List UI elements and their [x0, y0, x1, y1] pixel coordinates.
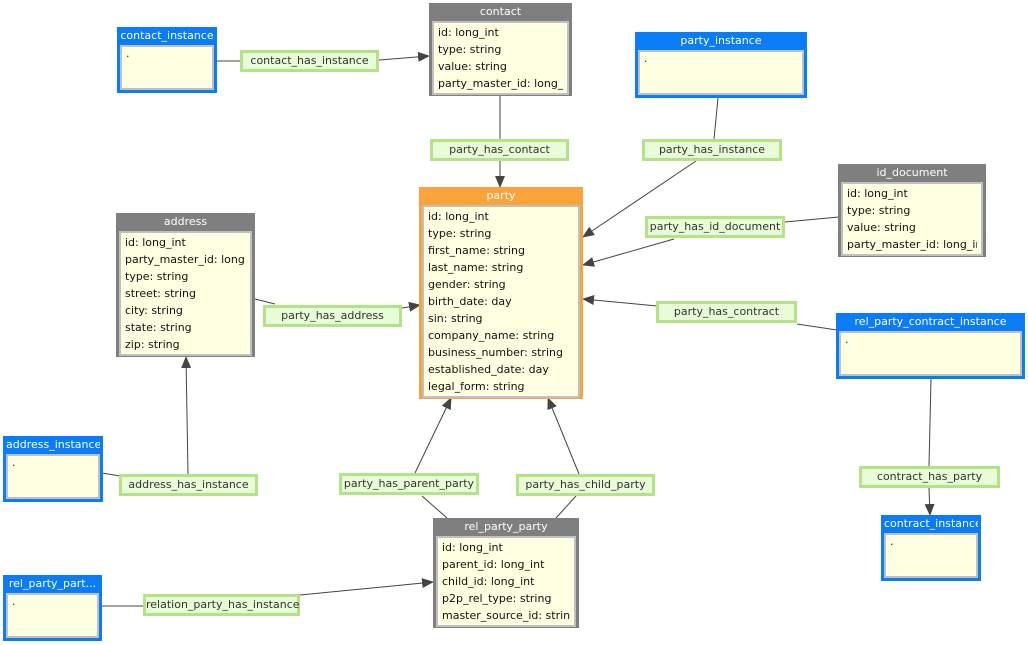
field: birth_date: day: [428, 295, 512, 308]
placeholder-dot: .: [644, 52, 648, 65]
node-title: contact_instance: [120, 29, 214, 42]
node-title: party: [486, 189, 516, 202]
field: type: string: [438, 43, 502, 56]
field: sin: string: [428, 312, 483, 325]
node-body: .: [120, 45, 214, 90]
field: id: long_int: [847, 187, 908, 200]
field: zip: string: [125, 338, 180, 351]
field: first_name: string: [428, 244, 525, 257]
node-title: address_instance: [6, 438, 100, 451]
relation-party-has-instance[interactable]: party_has_instance: [642, 139, 782, 161]
placeholder-dot: .: [12, 456, 16, 469]
node-body: id: long_int type: string first_name: st…: [422, 205, 580, 398]
relation-contract-has-party[interactable]: contract_has_party: [859, 466, 1000, 488]
relation-party-has-id-document[interactable]: party_has_id_document: [645, 216, 785, 238]
field: party_master_id: long_int: [847, 238, 977, 251]
address-entity-node[interactable]: address id: long_int party_master_id: lo…: [116, 213, 255, 357]
field: id: long_int: [125, 236, 186, 249]
field: city: string: [125, 304, 183, 317]
relation-party-has-child-party[interactable]: party_has_child_party: [516, 474, 655, 496]
node-body: .: [884, 533, 978, 578]
edge-relation-instance-arrow: [299, 578, 434, 596]
party-entity-node[interactable]: party id: long_int type: string first_na…: [419, 187, 583, 399]
field: value: string: [438, 60, 507, 73]
placeholder-dot: .: [126, 47, 130, 60]
edge-parent: [421, 495, 448, 519]
node-body: id: long_int type: string value: string …: [841, 182, 983, 256]
field: state: string: [125, 321, 192, 334]
field: id: long_int: [428, 210, 489, 223]
edge-id-document: [784, 216, 840, 223]
rel-party-contract-instance-node[interactable]: rel_party_contract_instance .: [836, 313, 1025, 379]
node-body: .: [6, 454, 100, 499]
edge-contract: [796, 323, 838, 331]
field: party_master_id: long...: [125, 253, 246, 266]
field: street: string: [125, 287, 196, 300]
field: type: string: [428, 227, 492, 240]
contract-instance-node[interactable]: contract_instance .: [881, 515, 981, 581]
field: party_master_id: long_int: [438, 77, 563, 90]
field: type: string: [847, 204, 911, 217]
field: id: long_int: [438, 26, 499, 39]
edge-contract-party: [928, 378, 932, 467]
placeholder-dot: .: [890, 535, 894, 548]
placeholder-dot: .: [845, 333, 849, 346]
field: last_name: string: [428, 261, 524, 274]
relation-party-has-parent-party[interactable]: party_has_parent_party: [339, 473, 479, 495]
field: p2p_rel_type: string: [442, 592, 552, 605]
rel-party-party-instance-node[interactable]: rel_party_part... .: [3, 575, 102, 641]
field: established_date: day: [428, 363, 549, 376]
field: gender: string: [428, 278, 506, 291]
field: id: long_int: [442, 541, 503, 554]
node-body: id: long_int type: string value: string …: [432, 21, 569, 95]
node-title: party_instance: [680, 34, 762, 47]
edge-contact-instance-arrow: [378, 51, 430, 62]
node-title: rel_party_part...: [8, 577, 97, 590]
node-title: address: [163, 215, 208, 228]
field: parent_id: long_int: [442, 558, 545, 571]
field: type: string: [125, 270, 189, 283]
rel-party-party-entity-node[interactable]: rel_party_party id: long_int parent_id: …: [433, 518, 579, 628]
field: value: string: [847, 221, 916, 234]
edge-party-instance: [713, 97, 719, 140]
edge-parent-arrow: [414, 397, 452, 474]
field: business_number: string: [428, 346, 563, 359]
edge-child-arrow: [547, 397, 580, 475]
relation-contact-has-instance[interactable]: contact_has_instance: [240, 50, 379, 72]
edge-address-arrow: [401, 301, 421, 312]
node-body: .: [839, 331, 1022, 376]
node-body: .: [6, 593, 99, 638]
node-body: id: long_int party_master_id: long... ty…: [119, 231, 252, 356]
edge-address: [254, 298, 276, 305]
relation-party-has-address[interactable]: party_has_address: [263, 305, 402, 327]
node-body: id: long_int parent_id: long_int child_i…: [436, 536, 576, 627]
field: legal_form: string: [428, 380, 525, 393]
field: child_id: long_int: [442, 575, 535, 588]
node-title: rel_party_contract_instance: [854, 315, 1007, 328]
field: company_name: string: [428, 329, 555, 342]
contact-instance-node[interactable]: contact_instance .: [117, 27, 217, 93]
edge-id-document-arrow: [582, 238, 675, 267]
party-instance-node[interactable]: party_instance .: [635, 32, 807, 98]
relation-party-has-contract[interactable]: party_has_contract: [656, 301, 797, 323]
edge-address-instance-arrow: [181, 356, 192, 475]
edge-child: [555, 495, 577, 519]
edge-contract-arrow: [582, 295, 658, 307]
node-title: contact: [479, 5, 522, 18]
relation-party-has-contact[interactable]: party_has_contact: [430, 139, 569, 161]
node-title: id_document: [876, 166, 948, 179]
placeholder-dot: .: [12, 595, 16, 608]
edge-contract-party-arrow: [924, 487, 935, 516]
address-instance-node[interactable]: address_instance .: [3, 436, 103, 502]
node-title: contract_instance: [884, 517, 978, 530]
field: master_source_id: string: [442, 609, 570, 622]
relation-relation-party-has-instance[interactable]: relation_party_has_instance: [143, 594, 300, 616]
node-body: .: [638, 50, 804, 95]
contact-entity-node[interactable]: contact id: long_int type: string value:…: [429, 3, 572, 96]
node-title: rel_party_party: [464, 520, 548, 533]
relation-address-has-instance[interactable]: address_has_instance: [119, 474, 258, 496]
id-document-entity-node[interactable]: id_document id: long_int type: string va…: [838, 164, 986, 257]
edge-address-instance: [101, 472, 121, 477]
